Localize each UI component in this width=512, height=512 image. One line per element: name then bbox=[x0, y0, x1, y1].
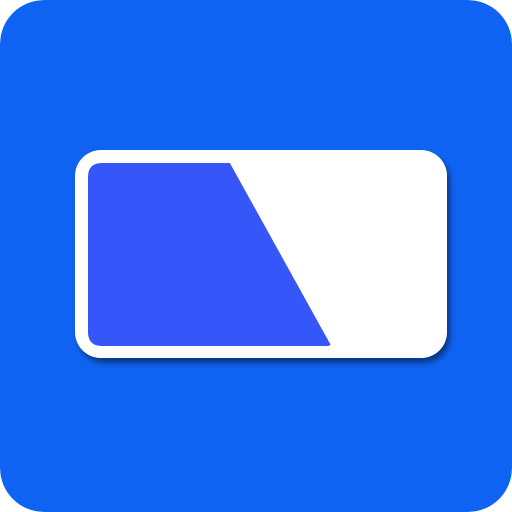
app-icon bbox=[0, 0, 512, 512]
progress-bar-icon bbox=[0, 0, 512, 512]
